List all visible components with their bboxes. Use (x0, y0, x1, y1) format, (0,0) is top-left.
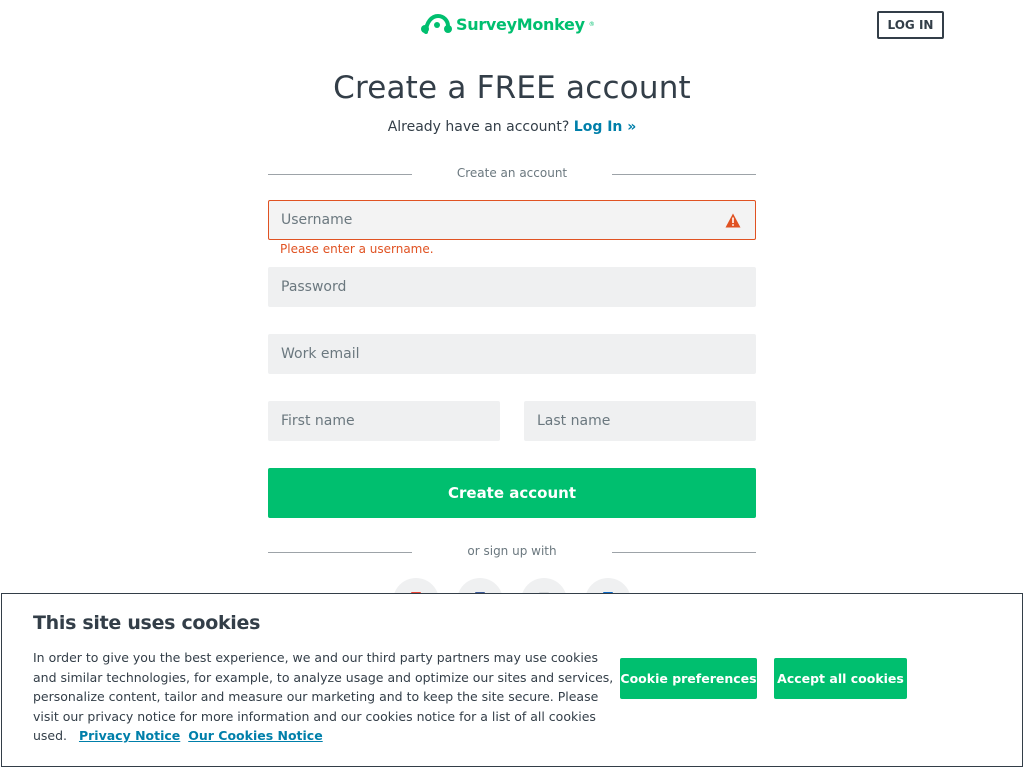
cookie-preferences-button[interactable]: Cookie preferences (620, 658, 757, 699)
username-error: Please enter a username. (280, 242, 434, 256)
login-prompt-text: Already have an account? (387, 119, 570, 135)
cookie-banner: This site uses cookies In order to give … (1, 593, 1023, 767)
email-field[interactable] (268, 334, 756, 374)
page-title: Create a FREE account (333, 70, 691, 106)
signup-page: SurveyMonkey ® LOG IN Create a FREE accou… (0, 0, 1024, 768)
last-name-input[interactable] (537, 413, 755, 429)
cookie-banner-title: This site uses cookies (33, 612, 261, 634)
cookies-notice-link[interactable]: Our Cookies Notice (188, 728, 322, 743)
username-input[interactable] (281, 212, 755, 228)
monkey-logo-icon (421, 13, 452, 34)
login-button[interactable]: LOG IN (877, 11, 944, 39)
username-field[interactable] (268, 200, 756, 240)
divider-line-right (612, 552, 756, 553)
last-name-field[interactable] (524, 401, 756, 441)
divider-label: or sign up with (467, 544, 557, 558)
divider-label: Create an account (456, 166, 568, 180)
password-input[interactable] (281, 279, 755, 295)
first-name-field[interactable] (268, 401, 500, 441)
accept-all-cookies-button[interactable]: Accept all cookies (774, 658, 907, 699)
brand-trademark: ® (588, 20, 595, 28)
create-account-button[interactable]: Create account (268, 468, 756, 518)
login-link[interactable]: Log In » (574, 119, 637, 135)
warning-icon (725, 213, 741, 228)
login-prompt: Already have an account? Log In » (0, 119, 1024, 135)
email-input[interactable] (281, 346, 755, 362)
surveymonkey-logo[interactable]: SurveyMonkey ® (420, 12, 595, 36)
social-signup-divider: or sign up with (268, 544, 756, 562)
brand-name: SurveyMonkey (456, 14, 585, 34)
first-name-input[interactable] (281, 413, 499, 429)
password-field[interactable] (268, 267, 756, 307)
privacy-notice-link[interactable]: Privacy Notice (79, 728, 180, 743)
create-account-divider: Create an account (268, 166, 756, 184)
divider-line-right (612, 174, 756, 175)
cookie-banner-text: In order to give you the best experience… (33, 648, 623, 746)
